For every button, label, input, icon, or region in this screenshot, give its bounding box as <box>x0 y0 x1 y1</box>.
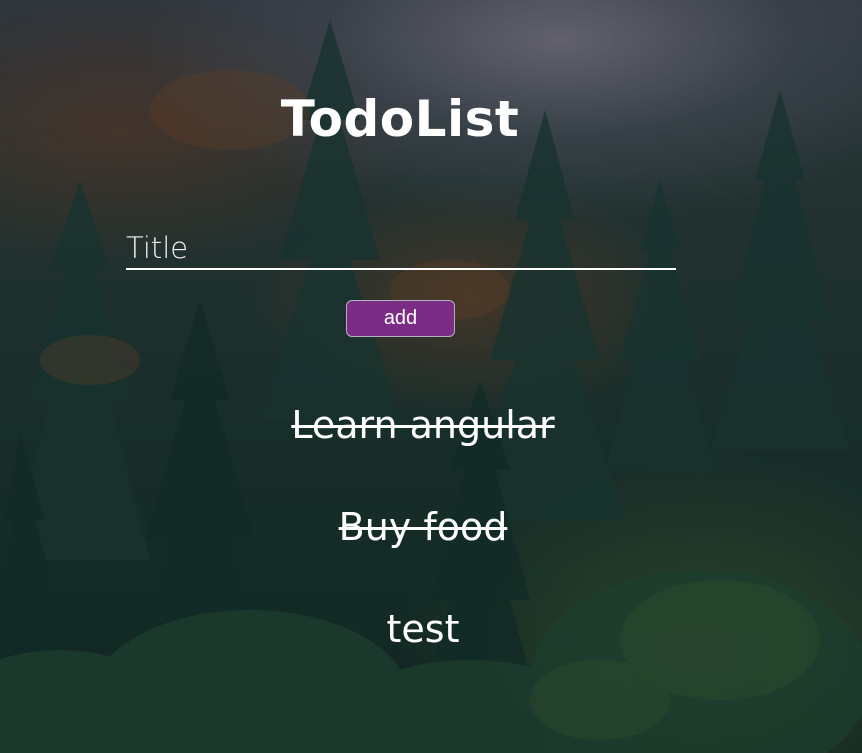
todo-item[interactable]: Buy food <box>0 497 846 599</box>
todo-item-text: Learn angular <box>291 403 555 447</box>
title-input[interactable] <box>126 228 676 270</box>
add-button[interactable]: add <box>346 300 455 337</box>
todo-item[interactable]: Learn angular <box>0 395 846 497</box>
app-title: TodoList <box>280 89 520 148</box>
todo-item-text: Buy food <box>338 505 508 549</box>
todo-item-text: test <box>386 607 460 651</box>
todo-item[interactable]: test <box>0 599 846 701</box>
todo-list: Learn angular Buy food test <box>0 395 846 701</box>
